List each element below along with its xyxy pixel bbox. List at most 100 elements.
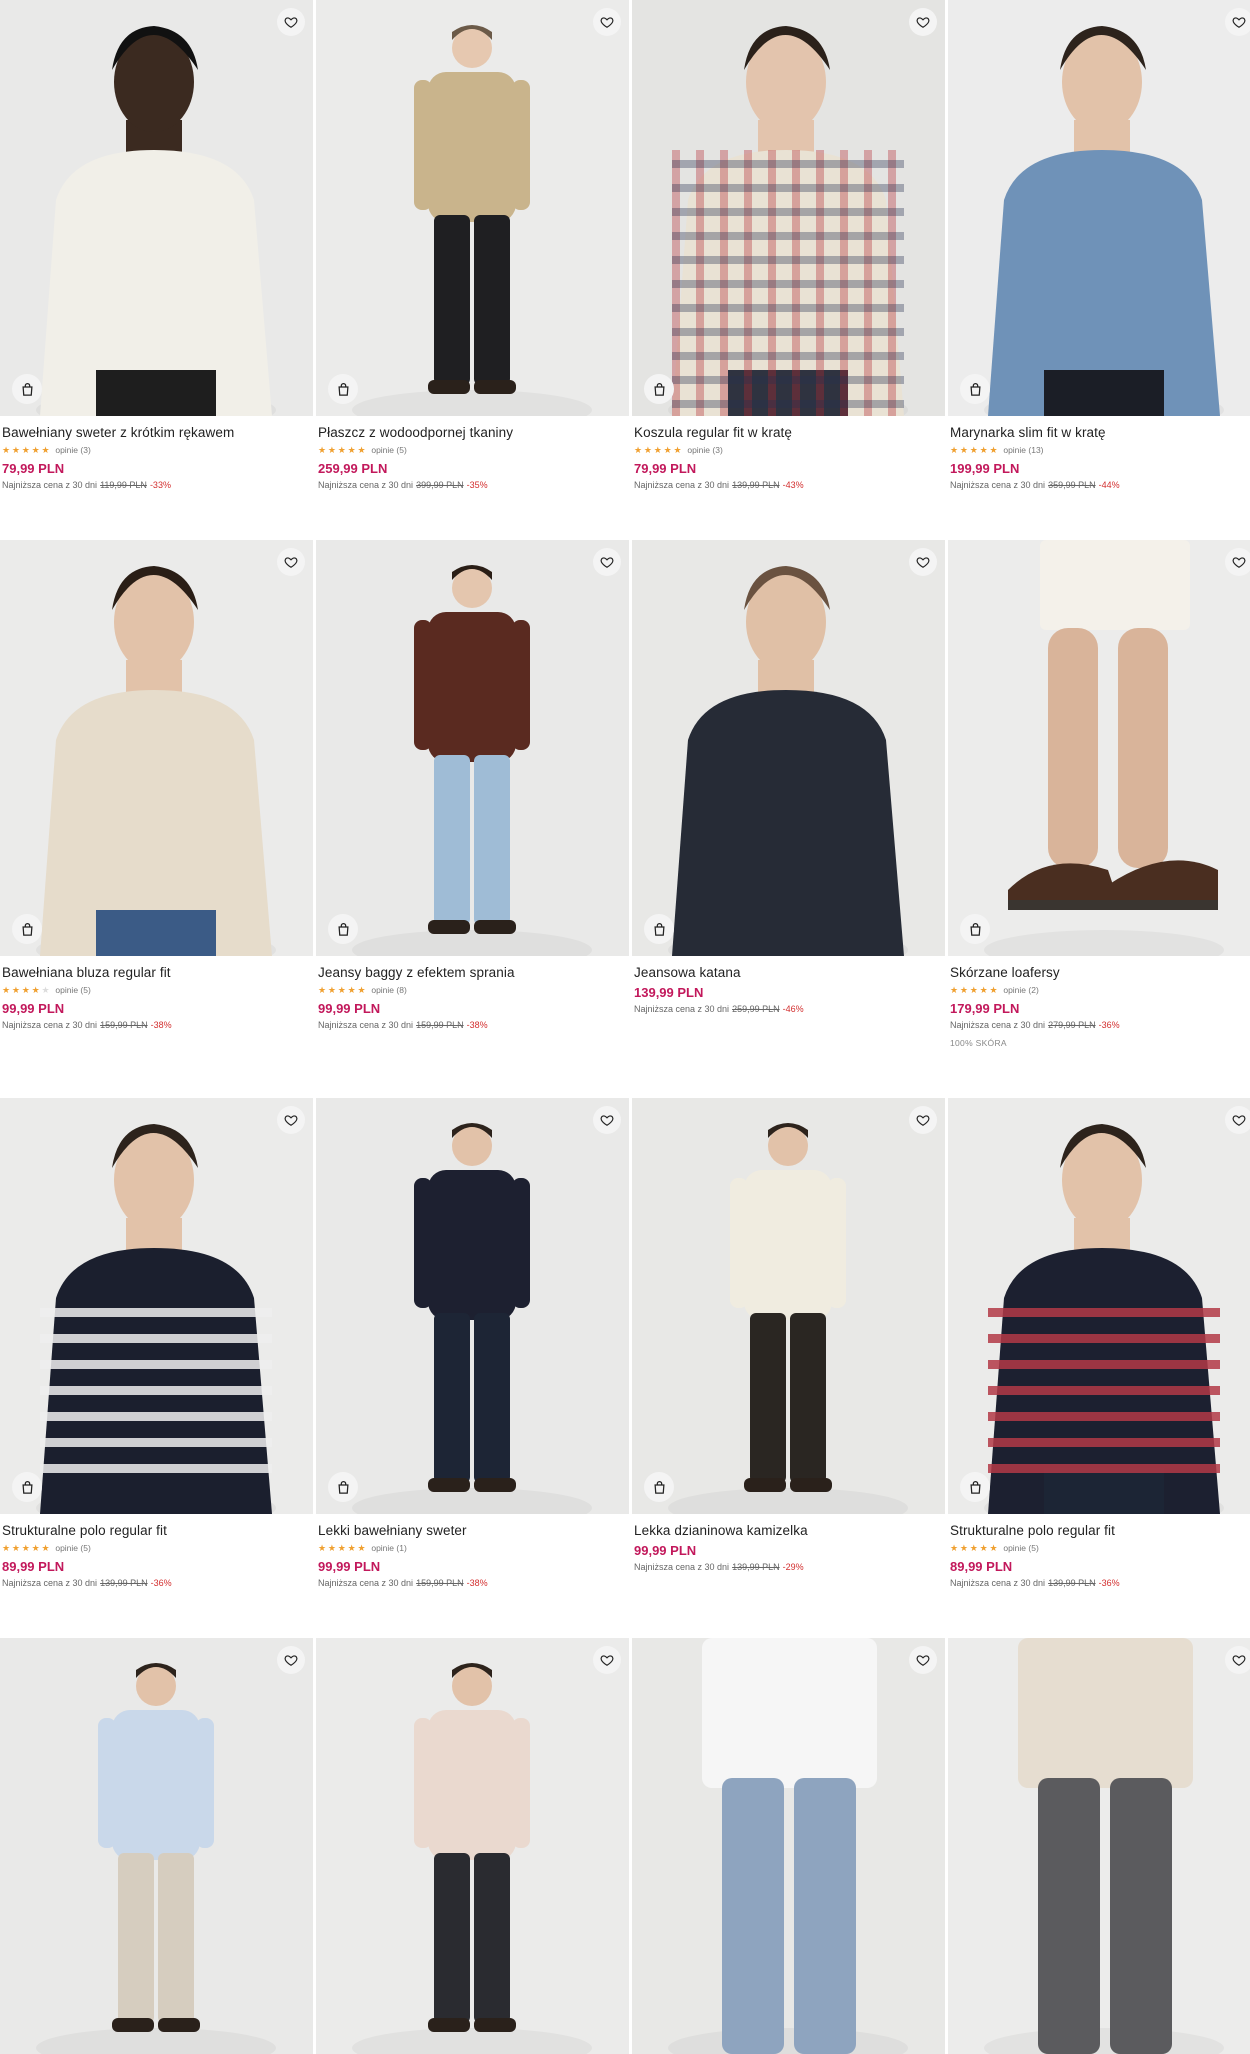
product-name[interactable]: Skórzane loafersy <box>950 964 1250 981</box>
shopping-bag-icon[interactable] <box>960 1472 990 1502</box>
model-photo <box>0 1098 313 1514</box>
discount-badge: -36% <box>150 1578 172 1588</box>
shopping-bag-icon[interactable] <box>12 374 42 404</box>
product-name[interactable]: Marynarka slim fit w kratę <box>950 424 1250 441</box>
product-image[interactable] <box>0 1638 313 2054</box>
product-card[interactable]: Strukturalne polo regular fit ★★★★★ opinie… <box>0 1098 313 1588</box>
star-icon: ★★★★★ <box>2 444 52 455</box>
heart-icon[interactable] <box>1225 1646 1250 1674</box>
product-info: Płaszcz z wodoodpornej tkaniny ★★★★★ opini… <box>316 416 629 490</box>
product-image[interactable] <box>948 1098 1250 1514</box>
product-image[interactable] <box>0 1098 313 1514</box>
review-count[interactable]: opinie (5) <box>1003 1543 1038 1553</box>
shopping-bag-icon[interactable] <box>328 1472 358 1502</box>
heart-icon[interactable] <box>277 8 305 36</box>
shopping-bag-icon[interactable] <box>12 914 42 944</box>
product-image[interactable] <box>632 1098 945 1514</box>
product-name[interactable]: Koszula regular fit w kratę <box>634 424 943 441</box>
product-name[interactable]: Płaszcz z wodoodpornej tkaniny <box>318 424 627 441</box>
shopping-bag-icon[interactable] <box>644 1472 674 1502</box>
product-name[interactable]: Jeansowa katana <box>634 964 943 981</box>
lowest-price-info: Najniższa cena z 30 dni 359,99 PLN -44% <box>950 480 1250 490</box>
product-image[interactable] <box>632 0 945 416</box>
old-price: 279,99 PLN <box>1048 1020 1096 1030</box>
product-image[interactable] <box>948 0 1250 416</box>
heart-icon[interactable] <box>277 1106 305 1134</box>
product-card[interactable]: Bawełniana bluza regular fit ★★★★★ opinie … <box>0 540 313 1030</box>
shopping-bag-icon[interactable] <box>644 374 674 404</box>
shopping-bag-icon[interactable] <box>328 374 358 404</box>
lowest-price-info: Najniższa cena z 30 dni 159,99 PLN -38% <box>318 1578 627 1588</box>
product-image[interactable] <box>316 1098 629 1514</box>
product-name[interactable]: Jeansy baggy z efektem sprania <box>318 964 627 981</box>
heart-icon[interactable] <box>593 1106 621 1134</box>
product-image[interactable] <box>0 540 313 956</box>
product-price: 89,99 PLN <box>950 1559 1013 1574</box>
review-count[interactable]: opinie (8) <box>371 985 406 995</box>
discount-badge: -33% <box>149 480 171 490</box>
product-image[interactable] <box>948 1638 1250 2054</box>
star-icon: ★★★★★ <box>318 984 368 995</box>
heart-icon[interactable] <box>593 1646 621 1674</box>
heart-icon[interactable] <box>277 1646 305 1674</box>
product-image[interactable] <box>632 1638 945 2054</box>
product-card[interactable]: Lekka dzianinowa kamizelka 99,99 PLN Najni… <box>632 1098 945 1572</box>
heart-icon[interactable] <box>277 548 305 576</box>
product-name[interactable]: Bawełniana bluza regular fit <box>2 964 311 981</box>
review-count[interactable]: opinie (5) <box>371 445 406 455</box>
product-name[interactable]: Bawełniany sweter z krótkim rękawem <box>2 424 311 441</box>
old-price: 139,99 PLN <box>732 480 780 490</box>
model-photo <box>0 0 313 416</box>
discount-badge: -44% <box>1098 480 1120 490</box>
product-card[interactable] <box>0 1638 313 2054</box>
review-count[interactable]: opinie (5) <box>55 985 90 995</box>
shopping-bag-icon[interactable] <box>960 914 990 944</box>
product-card[interactable]: Jeansowa katana 139,99 PLN Najniższa cena … <box>632 540 945 1014</box>
product-image[interactable] <box>0 0 313 416</box>
product-card[interactable] <box>316 1638 629 2054</box>
shopping-bag-icon[interactable] <box>12 1472 42 1502</box>
review-count[interactable]: opinie (13) <box>1003 445 1043 455</box>
product-card[interactable]: Lekki bawełniany sweter ★★★★★ opinie (1) 99… <box>316 1098 629 1588</box>
review-count[interactable]: opinie (2) <box>1003 985 1038 995</box>
heart-icon[interactable] <box>909 1646 937 1674</box>
shopping-bag-icon[interactable] <box>328 914 358 944</box>
shopping-bag-icon[interactable] <box>644 914 674 944</box>
old-price: 139,99 PLN <box>732 1562 780 1572</box>
product-image[interactable] <box>316 540 629 956</box>
product-card[interactable]: Skórzane loafersy ★★★★★ opinie (2) 179,99 P… <box>948 540 1250 1048</box>
heart-icon[interactable] <box>593 548 621 576</box>
product-name[interactable]: Strukturalne polo regular fit <box>2 1522 311 1539</box>
product-name[interactable]: Strukturalne polo regular fit <box>950 1522 1250 1539</box>
rating: ★★★★★ opinie (5) <box>2 1541 311 1555</box>
product-card[interactable]: Płaszcz z wodoodpornej tkaniny ★★★★★ opini… <box>316 0 629 490</box>
product-card[interactable]: Jeansy baggy z efektem sprania ★★★★★ opini… <box>316 540 629 1030</box>
product-image[interactable] <box>948 540 1250 956</box>
product-card[interactable]: Strukturalne polo regular fit ★★★★★ opinie… <box>948 1098 1250 1588</box>
heart-icon[interactable] <box>909 1106 937 1134</box>
product-name[interactable]: Lekki bawełniany sweter <box>318 1522 627 1539</box>
product-card[interactable]: Marynarka slim fit w kratę ★★★★★ opinie (1… <box>948 0 1250 490</box>
model-photo <box>316 0 629 416</box>
review-count[interactable]: opinie (5) <box>55 1543 90 1553</box>
product-image[interactable] <box>316 0 629 416</box>
product-card[interactable]: Koszula regular fit w kratę ★★★★★ opinie (… <box>632 0 945 490</box>
product-card[interactable] <box>948 1638 1250 2054</box>
lowest-price-info: Najniższa cena z 30 dni 139,99 PLN -36% <box>950 1578 1250 1588</box>
heart-icon[interactable] <box>1225 548 1250 576</box>
product-card[interactable]: Bawełniany sweter z krótkim rękawem ★★★★★… <box>0 0 313 490</box>
review-count[interactable]: opinie (1) <box>371 1543 406 1553</box>
heart-icon[interactable] <box>909 8 937 36</box>
shopping-bag-icon[interactable] <box>960 374 990 404</box>
review-count[interactable]: opinie (3) <box>687 445 722 455</box>
review-count[interactable]: opinie (3) <box>55 445 90 455</box>
product-name[interactable]: Lekka dzianinowa kamizelka <box>634 1522 943 1539</box>
heart-icon[interactable] <box>593 8 621 36</box>
heart-icon[interactable] <box>909 548 937 576</box>
model-photo <box>316 540 629 956</box>
heart-icon[interactable] <box>1225 8 1250 36</box>
product-image[interactable] <box>316 1638 629 2054</box>
product-image[interactable] <box>632 540 945 956</box>
heart-icon[interactable] <box>1225 1106 1250 1134</box>
product-card[interactable] <box>632 1638 945 2054</box>
